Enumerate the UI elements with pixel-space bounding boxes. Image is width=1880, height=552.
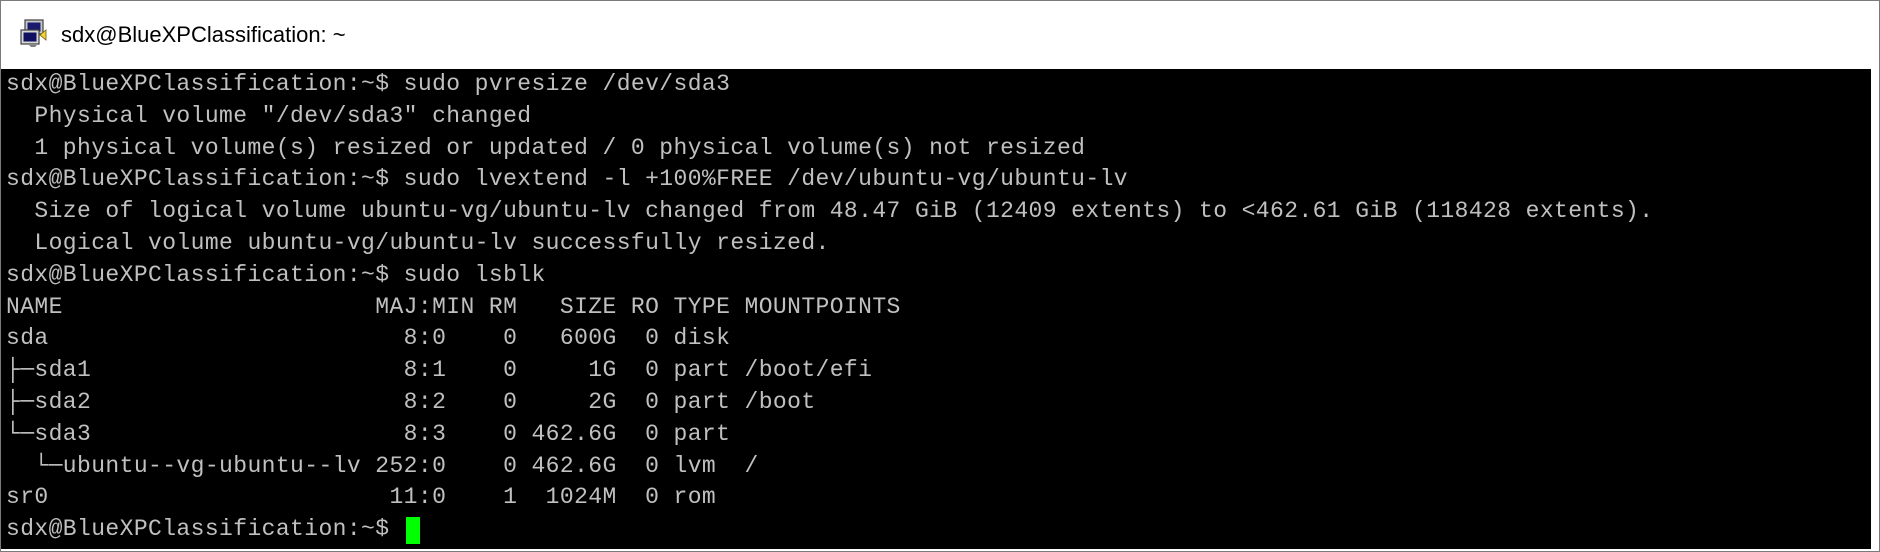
- lsblk-row-sda1: ├─sda1 8:1 0 1G 0 part /boot/efi: [6, 357, 873, 384]
- terminal-line: sdx@BlueXPClassification:~$ sudo lsblk: [6, 261, 546, 288]
- terminal-window: sdx@BlueXPClassification: ~ sdx@BlueXPCl…: [0, 0, 1880, 552]
- shell-prompt: sdx@BlueXPClassification:~$: [6, 516, 404, 543]
- current-prompt-line[interactable]: sdx@BlueXPClassification:~$: [6, 514, 1653, 546]
- terminal-output-area[interactable]: sdx@BlueXPClassification:~$ sudo pvresiz…: [1, 69, 1871, 549]
- terminal-line: Logical volume ubuntu-vg/ubuntu-lv succe…: [6, 229, 830, 256]
- lsblk-row-sr0: sr0 11:0 1 1024M 0 rom: [6, 484, 717, 511]
- terminal-line: sdx@BlueXPClassification:~$ sudo lvexten…: [6, 166, 1128, 193]
- putty-terminal-icon: [20, 19, 47, 47]
- terminal-line: Size of logical volume ubuntu-vg/ubuntu-…: [6, 198, 1654, 225]
- terminal-line: sdx@BlueXPClassification:~$ sudo pvresiz…: [6, 71, 731, 97]
- text-cursor: [405, 516, 420, 544]
- lsblk-row-ubuntu-lv: └─ubuntu--vg-ubuntu--lv 252:0 0 462.6G 0…: [6, 452, 759, 479]
- window-title: sdx@BlueXPClassification: ~: [61, 22, 346, 47]
- title-bar[interactable]: sdx@BlueXPClassification: ~: [1, 1, 1879, 69]
- terminal-lines: sdx@BlueXPClassification:~$ sudo pvresiz…: [6, 69, 1653, 546]
- lsblk-row-sda3: └─sda3 8:3 0 462.6G 0 part: [6, 420, 731, 447]
- terminal-line: Physical volume "/dev/sda3" changed: [6, 102, 532, 129]
- terminal-line: 1 physical volume(s) resized or updated …: [6, 134, 1086, 161]
- lsblk-row-sda2: ├─sda2 8:2 0 2G 0 part /boot: [6, 388, 816, 415]
- lsblk-header-row: NAME MAJ:MIN RM SIZE RO TYPE MOUNTPOINTS: [6, 293, 901, 320]
- lsblk-row-sda: sda 8:0 0 600G 0 disk: [6, 325, 731, 352]
- scrollbar[interactable]: [1871, 69, 1879, 549]
